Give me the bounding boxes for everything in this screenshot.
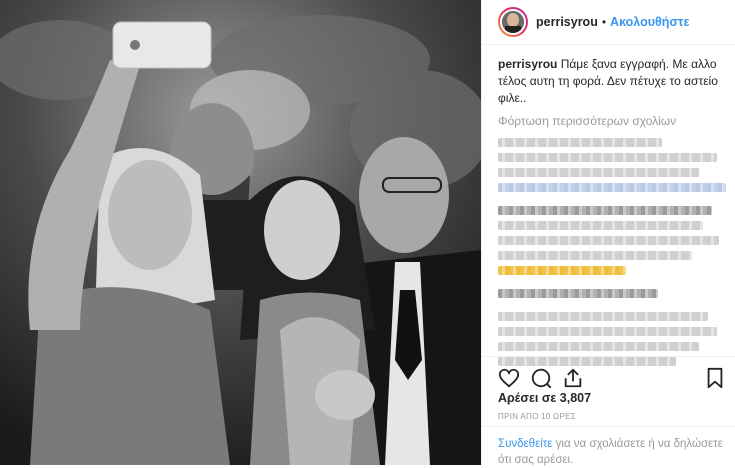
blurred-comments: [498, 138, 726, 372]
comment-line: [498, 312, 708, 321]
likes-count[interactable]: Αρέσει σε 3,807: [498, 391, 591, 405]
comment-line: [498, 236, 720, 245]
comment-line: [498, 168, 699, 177]
comment-line: [498, 251, 692, 260]
post-caption: perrisyrou Πάμε ξανα εγγραφή. Με αλλο τέ…: [498, 56, 726, 107]
username-link[interactable]: perrisyrou: [536, 15, 598, 29]
comment-line: [498, 221, 704, 230]
comment-line: [498, 138, 663, 147]
heart-icon[interactable]: [498, 367, 520, 389]
avatar[interactable]: [498, 7, 528, 37]
bookmark-icon[interactable]: [704, 367, 726, 389]
post-sidebar: perrisyrou • Ακολουθήστε perrisyrou Πάμε…: [481, 0, 735, 466]
comment-line: [498, 342, 699, 351]
comment-line: [498, 327, 717, 336]
comment-line: [498, 153, 717, 162]
comment-line: [498, 289, 658, 298]
post-timestamp: ΠΡΙΝ ΑΠΟ 10 ΩΡΕΣ: [498, 412, 576, 421]
follow-button[interactable]: Ακολουθήστε: [610, 15, 689, 29]
login-link[interactable]: Συνδεθείτε: [498, 438, 552, 450]
post-header: perrisyrou • Ακολουθήστε: [482, 0, 735, 45]
post-photo[interactable]: [0, 0, 481, 465]
photo-illustration: [0, 0, 481, 465]
comment-icon[interactable]: [530, 367, 552, 389]
share-icon[interactable]: [562, 367, 584, 389]
comment-line: [498, 206, 713, 215]
comment-line: [498, 266, 626, 275]
comment-line: [498, 183, 726, 192]
caption-username[interactable]: perrisyrou: [498, 57, 557, 71]
separator-dot: •: [601, 15, 607, 29]
login-prompt: Συνδεθείτε για να σχολιάσετε ή να δηλώσε…: [482, 426, 735, 466]
load-more-comments[interactable]: Φόρτωση περισσότερων σχολίων: [498, 114, 676, 128]
